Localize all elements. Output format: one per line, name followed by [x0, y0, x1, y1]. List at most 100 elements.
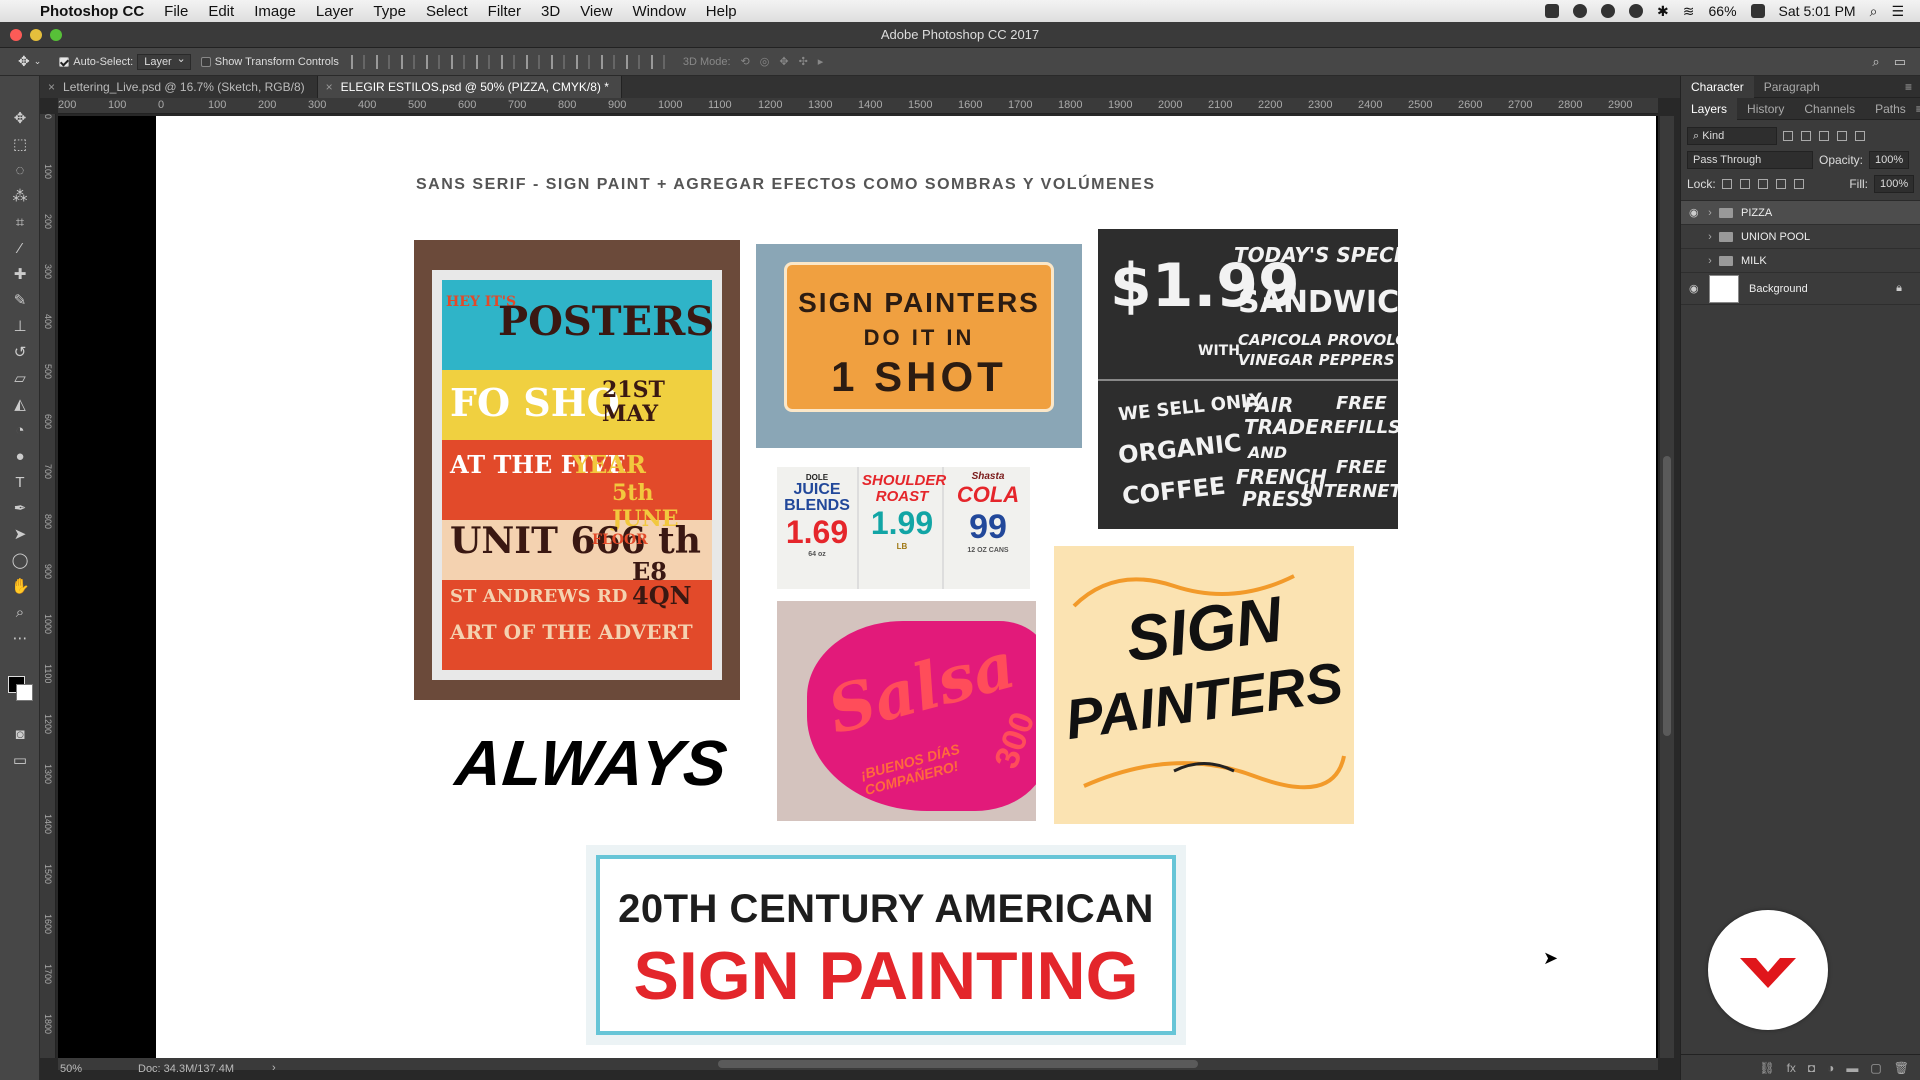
close-window-button[interactable]: [10, 29, 22, 41]
close-tab-icon[interactable]: ×: [326, 76, 333, 98]
auto-select-checkbox[interactable]: [59, 56, 70, 67]
minimize-window-button[interactable]: [30, 29, 42, 41]
creative-cloud-icon[interactable]: [1629, 4, 1644, 18]
move-tool-preset[interactable]: ✥ ⌄: [18, 53, 41, 70]
tab-paths[interactable]: Paths: [1865, 98, 1916, 120]
document-canvas[interactable]: SANS SERIF - SIGN PAINT + AGREGAR EFECTO…: [156, 116, 1656, 1058]
search-icon[interactable]: ⌕: [1872, 54, 1879, 70]
distribute-top-icon[interactable]: [500, 54, 515, 69]
status-menu-icon[interactable]: ›: [272, 1062, 276, 1074]
align-hcenter-icon[interactable]: [450, 54, 465, 69]
dot-icon[interactable]: [1601, 4, 1616, 18]
filter-adjustment-icon[interactable]: [1801, 131, 1811, 141]
more-tools-icon[interactable]: ⋯: [11, 630, 29, 647]
menu-edit[interactable]: Edit: [208, 3, 234, 20]
path-selection-tool-icon[interactable]: ➤: [11, 526, 29, 543]
lock-transparent-icon[interactable]: [1721, 179, 1732, 189]
wifi-icon[interactable]: ≋: [1683, 3, 1695, 20]
lock-position-icon[interactable]: [1757, 179, 1768, 189]
distribute-bottom-icon[interactable]: [550, 54, 565, 69]
lock-artboard-icon[interactable]: [1775, 179, 1786, 189]
eraser-tool-icon[interactable]: ▱: [11, 370, 29, 387]
layer-row[interactable]: ◉ › PIZZA: [1681, 201, 1920, 225]
layer-row[interactable]: › UNION POOL: [1681, 225, 1920, 249]
align-left-icon[interactable]: [425, 54, 440, 69]
tab-character[interactable]: Character: [1681, 75, 1754, 98]
type-tool-icon[interactable]: T: [11, 474, 29, 491]
filter-smart-object-icon[interactable]: [1855, 131, 1865, 141]
notification-center-icon[interactable]: ☰: [1891, 3, 1904, 20]
align-vcenter-icon[interactable]: [375, 54, 390, 69]
menu-app-name[interactable]: Photoshop CC: [40, 3, 144, 20]
panel-menu-icon[interactable]: ≡: [1905, 80, 1912, 94]
align-bottom-icon[interactable]: [400, 54, 415, 69]
expand-chevron-icon[interactable]: ›: [1703, 231, 1717, 243]
record-icon[interactable]: [1573, 4, 1588, 18]
history-brush-tool-icon[interactable]: ↺: [11, 344, 29, 361]
3d-mode-icons[interactable]: ⟲◎✥✣▸: [741, 55, 834, 68]
pen-tool-icon[interactable]: ✒: [11, 500, 29, 517]
new-group-icon[interactable]: ▬: [1846, 1061, 1858, 1075]
filter-pixel-icon[interactable]: [1783, 131, 1793, 141]
eyedropper-tool-icon[interactable]: ⁄: [11, 240, 29, 257]
tab-history[interactable]: History: [1737, 98, 1794, 120]
delete-layer-icon[interactable]: 🗑︎: [1894, 1061, 1909, 1075]
dropbox-icon[interactable]: [1545, 4, 1560, 18]
dodge-tool-icon[interactable]: ●: [11, 448, 29, 465]
show-transform-option[interactable]: Show Transform Controls: [200, 56, 339, 68]
link-layers-icon[interactable]: ⛓: [1759, 1061, 1774, 1075]
distribute-vcenter-icon[interactable]: [525, 54, 540, 69]
menu-view[interactable]: View: [580, 3, 612, 20]
add-mask-icon[interactable]: ◘: [1808, 1061, 1815, 1075]
move-tool-icon[interactable]: ✥: [11, 110, 29, 127]
background-color-swatch[interactable]: [16, 684, 33, 701]
panel-menu-icon[interactable]: ≡: [1916, 102, 1920, 116]
menu-layer[interactable]: Layer: [316, 3, 354, 20]
menu-help[interactable]: Help: [706, 3, 737, 20]
menu-window[interactable]: Window: [632, 3, 685, 20]
distribute-left-icon[interactable]: [575, 54, 590, 69]
blur-tool-icon[interactable]: ◔: [11, 422, 29, 439]
workspace-icon[interactable]: ▭: [1894, 54, 1906, 70]
vertical-scrollbar[interactable]: [1660, 116, 1674, 1058]
scroll-thumb[interactable]: [1663, 456, 1671, 736]
clone-stamp-tool-icon[interactable]: ⊥: [11, 318, 29, 335]
menu-file[interactable]: File: [164, 3, 188, 20]
auto-align-icon[interactable]: [650, 54, 665, 69]
pasteboard[interactable]: SANS SERIF - SIGN PAINT + AGREGAR EFECTO…: [58, 116, 1658, 1058]
auto-select-option[interactable]: Auto-Select: Layer: [59, 52, 191, 70]
quick-mask-icon[interactable]: ◙: [11, 726, 29, 743]
doc-tab-lettering[interactable]: × Lettering_Live.psd @ 16.7% (Sketch, RG…: [40, 76, 318, 98]
clock[interactable]: Sat 5:01 PM: [1779, 3, 1856, 19]
tab-channels[interactable]: Channels: [1794, 98, 1865, 120]
screen-mode-icon[interactable]: ▭: [11, 752, 29, 769]
filter-kind-dropdown[interactable]: ⌕ Kind: [1687, 127, 1777, 145]
ellipse-tool-icon[interactable]: ◯: [11, 552, 29, 569]
healing-brush-tool-icon[interactable]: ✚: [11, 266, 29, 283]
hand-tool-icon[interactable]: ✋: [11, 578, 30, 595]
opacity-field[interactable]: 100%: [1869, 151, 1910, 169]
maximize-window-button[interactable]: [50, 29, 62, 41]
layer-row[interactable]: › MILK: [1681, 249, 1920, 273]
lasso-tool-icon[interactable]: ◌: [11, 162, 29, 179]
layer-row[interactable]: ◉ Background 🔒︎: [1681, 273, 1920, 305]
close-tab-icon[interactable]: ×: [48, 76, 55, 98]
align-top-icon[interactable]: [350, 54, 365, 69]
bluetooth-icon[interactable]: ✱: [1657, 3, 1669, 20]
brush-tool-icon[interactable]: ✎: [11, 292, 29, 309]
distribute-right-icon[interactable]: [625, 54, 640, 69]
filter-shape-icon[interactable]: [1837, 131, 1847, 141]
show-transform-checkbox[interactable]: [200, 56, 211, 67]
expand-chevron-icon[interactable]: ›: [1703, 207, 1717, 219]
visibility-eye-icon[interactable]: ◉: [1689, 206, 1703, 219]
adjustment-layer-icon[interactable]: ◑: [1827, 1061, 1834, 1075]
auto-select-target-dropdown[interactable]: Layer: [137, 52, 191, 70]
lock-all-icon[interactable]: [1793, 179, 1804, 189]
menu-select[interactable]: Select: [426, 3, 468, 20]
expand-chevron-icon[interactable]: ›: [1703, 255, 1717, 267]
tab-paragraph[interactable]: Paragraph: [1754, 76, 1830, 98]
filter-type-icon[interactable]: [1819, 131, 1829, 141]
spotlight-search-icon[interactable]: ⌕: [1870, 3, 1878, 20]
menu-filter[interactable]: Filter: [488, 3, 521, 20]
align-right-icon[interactable]: [475, 54, 490, 69]
